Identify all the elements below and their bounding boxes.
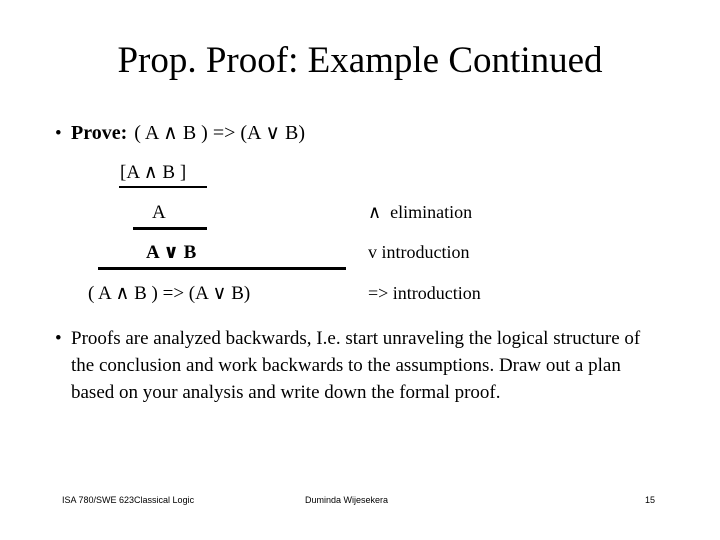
footer-course-label: ISA 780/SWE 623Classical Logic <box>62 495 195 505</box>
slide-title: Prop. Proof: Example Continued <box>117 40 603 81</box>
proof-line-rule-label: => introduction <box>368 283 481 303</box>
slide-canvas: Prop. Proof: Example Continued • Prove: … <box>0 0 720 540</box>
proof-line-expression: A ∨ B <box>146 242 197 263</box>
bullet-point-icon: • <box>55 123 62 144</box>
slide-footer: ISA 780/SWE 623Classical Logic Duminda W… <box>0 494 720 534</box>
proof-line-expression: [A ∧ B ] <box>120 162 187 183</box>
proof-line: A ∧ elimination <box>0 200 720 240</box>
inference-rule-bar <box>98 267 346 270</box>
proof-line: ( A ∧ B ) => (A ∨ B) => introduction <box>0 280 720 320</box>
paragraph-text: Proofs are analyzed backwards, I.e. star… <box>71 328 641 403</box>
proof-line-expression: A <box>152 202 166 223</box>
proof-line-rule-label: ∧ elimination <box>368 202 473 222</box>
prove-label: Prove: <box>71 122 128 144</box>
inference-rule-bar <box>119 186 207 188</box>
proof-derivation-block: [A ∧ B ] A ∧ elimination A ∨ B v introdu… <box>0 160 720 320</box>
prove-expression: ( A ∧ B ) => (A ∨ B) <box>134 122 306 144</box>
proof-line-rule-label: v introduction <box>368 242 470 262</box>
paragraph-bullet-item: • Proofs are analyzed backwards, I.e. st… <box>55 325 655 406</box>
proof-line: [A ∧ B ] <box>0 160 720 200</box>
bullet-point-icon: • <box>55 328 62 349</box>
inference-rule-bar <box>133 227 207 230</box>
proof-line-expression: ( A ∧ B ) => (A ∨ B) <box>88 283 251 304</box>
footer-author-label: Duminda Wijesekera <box>305 495 389 505</box>
proof-line: A ∨ B v introduction <box>0 240 720 280</box>
prove-bullet-item: • Prove: ( A ∧ B ) => (A ∨ B) <box>55 120 305 147</box>
footer-page-number: 15 <box>645 495 656 505</box>
